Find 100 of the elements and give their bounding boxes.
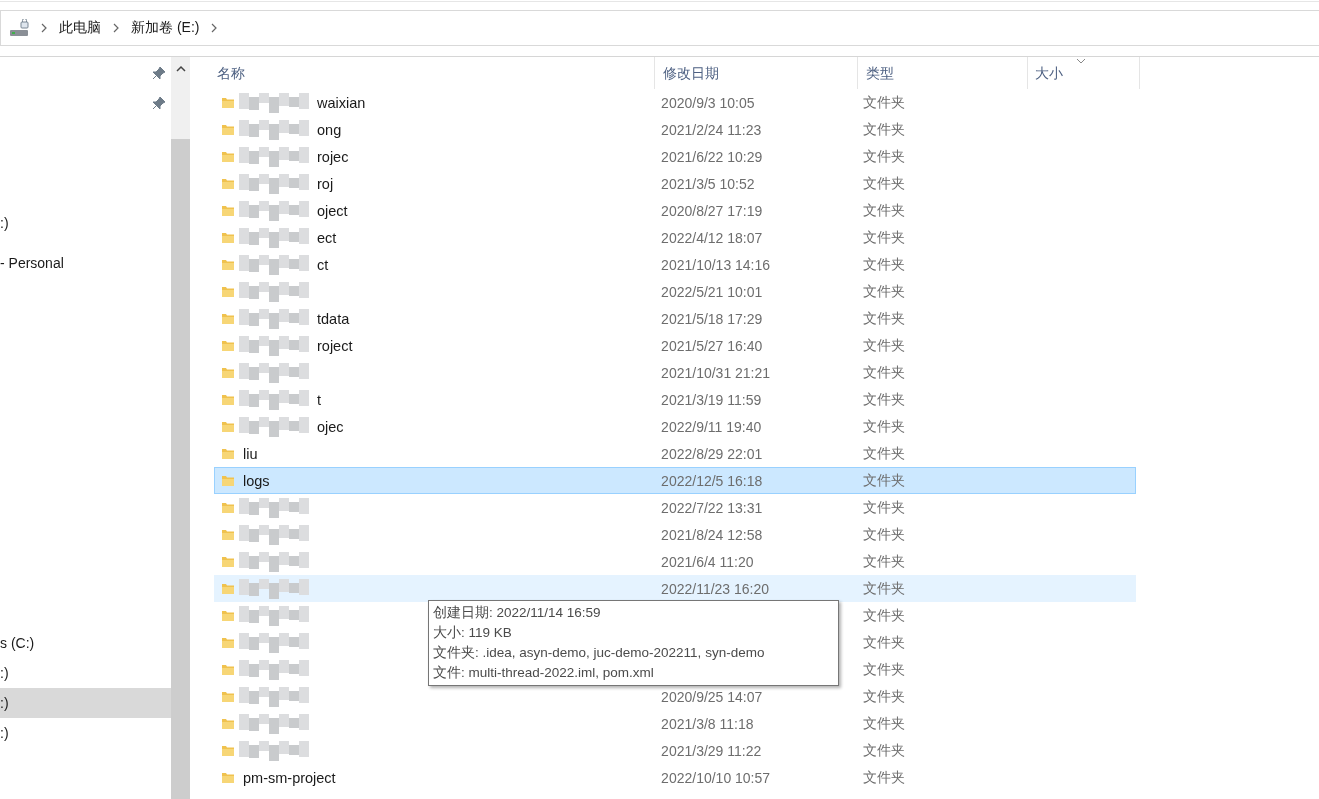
modified-date: 2022/12/5 16:18	[661, 472, 763, 489]
modified-date: 2021/5/27 16:40	[661, 337, 763, 354]
column-header[interactable]: 类型	[858, 57, 1028, 89]
folder-icon	[221, 95, 235, 110]
modified-date: 2022/8/29 22:01	[661, 445, 763, 462]
tooltip-line: 文件: multi-thread-2022.iml, pom.xml	[433, 664, 655, 682]
file-type: 文件夹	[862, 390, 905, 409]
breadcrumb-item[interactable]: 新加卷 (E:)	[129, 19, 202, 37]
modified-date: 2021/3/5 10:52	[661, 175, 755, 192]
file-type: 文件夹	[862, 606, 905, 625]
modified-date: 2021/6/22 10:29	[661, 148, 763, 165]
file-name: roj	[317, 175, 334, 192]
folder-icon	[221, 149, 235, 164]
nav-item[interactable]: :)	[0, 658, 171, 688]
file-type: 文件夹	[862, 363, 905, 382]
nav-item[interactable]: - Personal	[0, 248, 171, 278]
file-name: ojec	[317, 418, 344, 435]
folder-icon	[221, 203, 235, 218]
modified-date: 2021/2/24 11:23	[661, 121, 762, 138]
folder-icon	[221, 392, 235, 407]
file-type: 文件夹	[862, 255, 905, 274]
file-type: 文件夹	[862, 228, 905, 247]
chevron-icon	[113, 23, 119, 33]
pin-icon[interactable]	[152, 66, 166, 80]
nav-item[interactable]: :)	[0, 718, 171, 748]
file-type: 文件夹	[862, 741, 905, 760]
file-name: liu	[243, 445, 258, 462]
folder-icon	[221, 770, 235, 785]
file-type: 文件夹	[862, 579, 905, 598]
chevron-icon	[41, 23, 47, 33]
file-name: oject	[317, 202, 348, 219]
file-type: 文件夹	[862, 201, 905, 220]
folder-icon	[221, 473, 235, 488]
modified-date: 2022/5/21 10:01	[661, 283, 763, 300]
file-row[interactable]: 2022/11/23 16:20 文件夹	[214, 575, 1136, 602]
folder-icon	[221, 689, 235, 704]
file-name: waixian	[317, 94, 366, 111]
tooltip-line: 创建日期: 2022/11/14 16:59	[433, 604, 602, 622]
folder-icon	[221, 743, 235, 758]
file-name: t	[317, 391, 322, 408]
file-row[interactable]: logs 2022/12/5 16:18 文件夹	[214, 467, 1136, 494]
nav-item[interactable]: :)	[0, 688, 171, 718]
column-header[interactable]: 名称	[214, 57, 655, 89]
nav-item[interactable]: :)	[0, 208, 171, 238]
file-type: 文件夹	[862, 687, 905, 706]
folder-icon	[221, 581, 235, 596]
chevron-icon	[211, 23, 218, 33]
file-name: roject	[317, 337, 353, 354]
modified-date: 2021/5/18 17:29	[661, 310, 763, 327]
file-type: 文件夹	[862, 498, 905, 517]
drive-icon	[9, 19, 31, 37]
folder-icon	[221, 527, 235, 542]
file-type: 文件夹	[862, 147, 905, 166]
file-name: pm-sm-project	[243, 769, 336, 786]
address-bar[interactable]: 此电脑 新加卷 (E:)	[0, 10, 1319, 46]
folder-icon	[221, 716, 235, 731]
breadcrumb-item[interactable]: 此电脑	[57, 19, 103, 37]
nav-item[interactable]: s (C:)	[0, 628, 171, 658]
folder-icon	[221, 284, 235, 299]
file-type: 文件夹	[862, 660, 905, 679]
folder-icon	[221, 176, 235, 191]
modified-date: 2021/8/24 12:58	[661, 526, 763, 543]
file-type: 文件夹	[862, 93, 905, 112]
modified-date: 2021/3/29 11:22	[661, 742, 762, 759]
file-type: 文件夹	[862, 417, 905, 436]
modified-date: 2022/10/10 10:57	[661, 769, 771, 786]
file-type: 文件夹	[862, 444, 905, 463]
file-type: 文件夹	[862, 471, 905, 490]
modified-date: 2020/9/25 14:07	[661, 688, 763, 705]
folder-icon	[221, 311, 235, 326]
modified-date: 2022/11/23 16:20	[661, 580, 770, 597]
modified-date: 2021/3/19 11:59	[661, 391, 762, 408]
folder-icon	[221, 365, 235, 380]
pin-icon[interactable]	[152, 96, 166, 110]
file-name: ect	[317, 229, 337, 246]
file-name: tdata	[317, 310, 350, 327]
column-header[interactable]: 大小	[1028, 57, 1140, 89]
folder-icon	[221, 500, 235, 515]
file-name: rojec	[317, 148, 349, 165]
file-type: 文件夹	[862, 768, 905, 787]
modified-date: 2020/8/27 17:19	[661, 202, 763, 219]
modified-date: 2021/3/8 11:18	[661, 715, 754, 732]
folder-icon	[221, 635, 235, 650]
file-type: 文件夹	[862, 174, 905, 193]
file-name: logs	[243, 472, 270, 489]
tooltip-line: 大小: 119 KB	[433, 624, 513, 642]
folder-icon	[221, 662, 235, 677]
sort-caret-icon	[1076, 58, 1086, 64]
modified-date: 2022/4/12 18:07	[661, 229, 763, 246]
file-name: ong	[317, 121, 342, 138]
modified-date: 2021/10/31 21:21	[661, 364, 771, 381]
file-type: 文件夹	[862, 714, 905, 733]
column-header[interactable]: 修改日期	[655, 57, 858, 89]
modified-date: 2021/6/4 11:20	[661, 553, 754, 570]
scroll-up-icon[interactable]	[175, 65, 186, 72]
modified-date: 2020/9/3 10:05	[661, 94, 755, 111]
file-type: 文件夹	[862, 120, 905, 139]
modified-date: 2022/9/11 19:40	[661, 418, 762, 435]
modified-date: 2021/10/13 14:16	[661, 256, 771, 273]
tooltip-line: 文件夹: .idea, asyn-demo, juc-demo-202211, syn-demo	[433, 644, 766, 662]
